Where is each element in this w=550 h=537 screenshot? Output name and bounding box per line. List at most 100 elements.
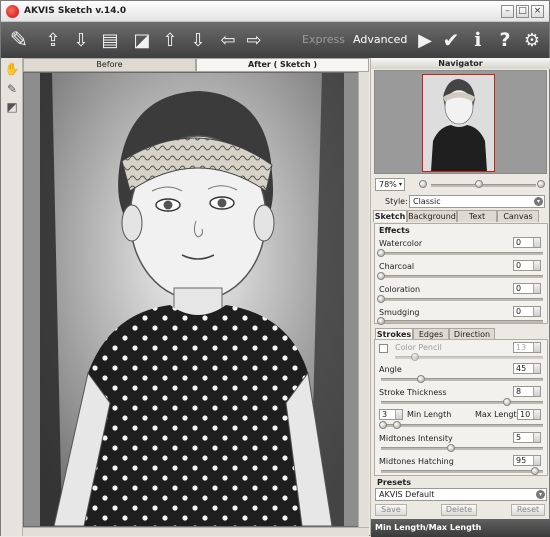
color-pencil-label: Color Pencil xyxy=(395,343,442,352)
save-image-icon[interactable]: ⇩ xyxy=(69,28,93,52)
stroke-thickness-handle[interactable] xyxy=(503,398,511,406)
zoom-out-button[interactable] xyxy=(419,180,427,188)
angle-field[interactable]: 45 xyxy=(513,363,541,374)
midtones-hatching-handle[interactable] xyxy=(531,467,539,475)
save-preset-button[interactable]: Save xyxy=(375,504,407,516)
redo-arrow-icon[interactable]: ⇨ xyxy=(242,28,266,52)
navigator-header: Navigator xyxy=(371,58,550,69)
window-title: AKVIS Sketch v.14.0 xyxy=(24,6,127,16)
strokes-group: Color Pencil 13 Angle 45 Stroke Thicknes… xyxy=(374,339,548,476)
tab-text[interactable]: Text xyxy=(457,210,497,222)
color-pencil-handle[interactable] xyxy=(411,353,419,361)
apply-check-icon[interactable]: ✔ xyxy=(439,28,463,52)
navigator-preview[interactable] xyxy=(374,70,547,174)
minimize-button[interactable]: – xyxy=(501,5,514,18)
delete-preset-button[interactable]: Delete xyxy=(441,504,477,516)
midtones-intensity-slider[interactable] xyxy=(381,447,543,450)
view-tabs: Before After ( Sketch ) xyxy=(23,58,369,72)
midtones-intensity-label: Midtones Intensity xyxy=(379,434,453,443)
color-pencil-field[interactable]: 13 xyxy=(513,342,541,353)
tab-sketch[interactable]: Sketch xyxy=(373,210,407,222)
advanced-mode-button[interactable]: Advanced xyxy=(353,33,407,46)
max-length-field[interactable]: 10 xyxy=(517,409,541,420)
export-strokes-icon[interactable]: ⇩ xyxy=(186,28,210,52)
min-length-field[interactable]: 3 xyxy=(379,409,403,420)
smudging-label: Smudging xyxy=(379,308,420,317)
length-range-slider[interactable] xyxy=(381,424,543,427)
watercolor-handle[interactable] xyxy=(377,249,385,257)
import-strokes-icon[interactable]: ⇧ xyxy=(158,28,182,52)
run-play-icon[interactable]: ▶ xyxy=(413,28,437,52)
tab-canvas[interactable]: Canvas xyxy=(497,210,539,222)
color-pencil-checkbox[interactable] xyxy=(379,344,388,353)
reset-preset-button[interactable]: Reset xyxy=(511,504,545,516)
chevron-down-icon: ▾ xyxy=(536,490,545,499)
presets-title: Presets xyxy=(377,478,412,487)
eraser-tool-icon[interactable]: ◩ xyxy=(4,100,20,116)
sketch-image xyxy=(40,73,344,526)
coloration-slider[interactable] xyxy=(381,298,543,301)
settings-panel: Navigator 78% ▾ Style: Classic ▾ Sketch … xyxy=(370,58,550,537)
style-select[interactable]: Classic ▾ xyxy=(409,195,545,208)
watercolor-field[interactable]: 0 xyxy=(513,237,541,248)
pencil-tool-icon[interactable]: ✎ xyxy=(4,82,20,98)
angle-slider[interactable] xyxy=(381,378,543,381)
info-icon[interactable]: ℹ xyxy=(466,28,490,52)
coloration-handle[interactable] xyxy=(377,295,385,303)
app-window: AKVIS Sketch v.14.0 – □ × ✎ ⇪ ⇩ ▤ ◪ ⇧ ⇩ … xyxy=(0,0,550,537)
zoom-slider-handle[interactable] xyxy=(475,180,483,188)
tab-before[interactable]: Before xyxy=(23,58,196,72)
smudging-handle[interactable] xyxy=(377,317,385,325)
style-label: Style: xyxy=(385,197,408,206)
title-bar: AKVIS Sketch v.14.0 – □ × xyxy=(1,1,549,22)
navigator-thumbnail[interactable] xyxy=(422,74,495,172)
watercolor-slider[interactable] xyxy=(381,252,543,255)
maximize-button[interactable]: □ xyxy=(516,5,529,18)
open-image-icon[interactable]: ⇪ xyxy=(41,28,65,52)
preferences-gear-icon[interactable]: ⚙ xyxy=(520,28,544,52)
canvas-horizontal-scrollbar[interactable] xyxy=(23,527,369,536)
stroke-thickness-label: Stroke Thickness xyxy=(379,388,447,397)
left-tool-strip: ✋ ✎ ◩ xyxy=(1,58,23,536)
coloration-field[interactable]: 0 xyxy=(513,283,541,294)
smudging-field[interactable]: 0 xyxy=(513,306,541,317)
image-canvas[interactable] xyxy=(23,72,369,527)
hand-tool-icon[interactable]: ✋ xyxy=(4,62,20,78)
charcoal-field[interactable]: 0 xyxy=(513,260,541,271)
close-button[interactable]: × xyxy=(531,5,544,18)
watercolor-label: Watercolor xyxy=(379,239,423,248)
eraser-icon[interactable]: ◪ xyxy=(130,28,154,52)
chevron-down-icon: ▾ xyxy=(534,197,543,206)
express-mode-button[interactable]: Express xyxy=(302,33,345,46)
midtones-intensity-field[interactable]: 5 xyxy=(513,432,541,443)
effects-group: Effects Watercolor 0 Charcoal 0 Colorati… xyxy=(374,223,548,325)
main-toolbar: ✎ ⇪ ⇩ ▤ ◪ ⇧ ⇩ ⇦ ⇨ Express Advanced ▶ ✔ ℹ… xyxy=(1,22,549,58)
midtones-hatching-slider[interactable] xyxy=(381,470,543,473)
stroke-thickness-slider[interactable] xyxy=(381,401,543,404)
midtones-intensity-handle[interactable] xyxy=(447,444,455,452)
brush-cup-logo-icon: ✎ xyxy=(9,27,29,53)
undo-arrow-icon[interactable]: ⇦ xyxy=(216,28,240,52)
zoom-slider[interactable] xyxy=(431,184,536,187)
canvas-vertical-scrollbar[interactable] xyxy=(358,72,369,527)
hint-status-bar: Min Length/Max Length xyxy=(371,519,550,537)
zoom-level-field[interactable]: 78% ▾ xyxy=(375,178,405,191)
midtones-hatching-field[interactable]: 95 xyxy=(513,455,541,466)
stroke-thickness-field[interactable]: 8 xyxy=(513,386,541,397)
coloration-label: Coloration xyxy=(379,285,421,294)
presets-select[interactable]: AKVIS Default ▾ xyxy=(375,488,547,501)
batch-film-icon[interactable]: ▤ xyxy=(98,28,122,52)
charcoal-handle[interactable] xyxy=(377,272,385,280)
min-length-handle[interactable] xyxy=(379,421,387,429)
smudging-slider[interactable] xyxy=(381,320,543,323)
max-length-handle[interactable] xyxy=(393,421,401,429)
help-icon[interactable]: ? xyxy=(493,28,517,52)
zoom-in-button[interactable] xyxy=(537,180,545,188)
effects-title: Effects xyxy=(379,226,410,235)
angle-handle[interactable] xyxy=(417,375,425,383)
tab-after-sketch[interactable]: After ( Sketch ) xyxy=(196,58,369,72)
charcoal-slider[interactable] xyxy=(381,275,543,278)
app-logo-icon xyxy=(6,5,19,18)
tab-background[interactable]: Background xyxy=(407,210,457,222)
settings-tabs: Sketch Background Text Canvas xyxy=(371,210,550,222)
